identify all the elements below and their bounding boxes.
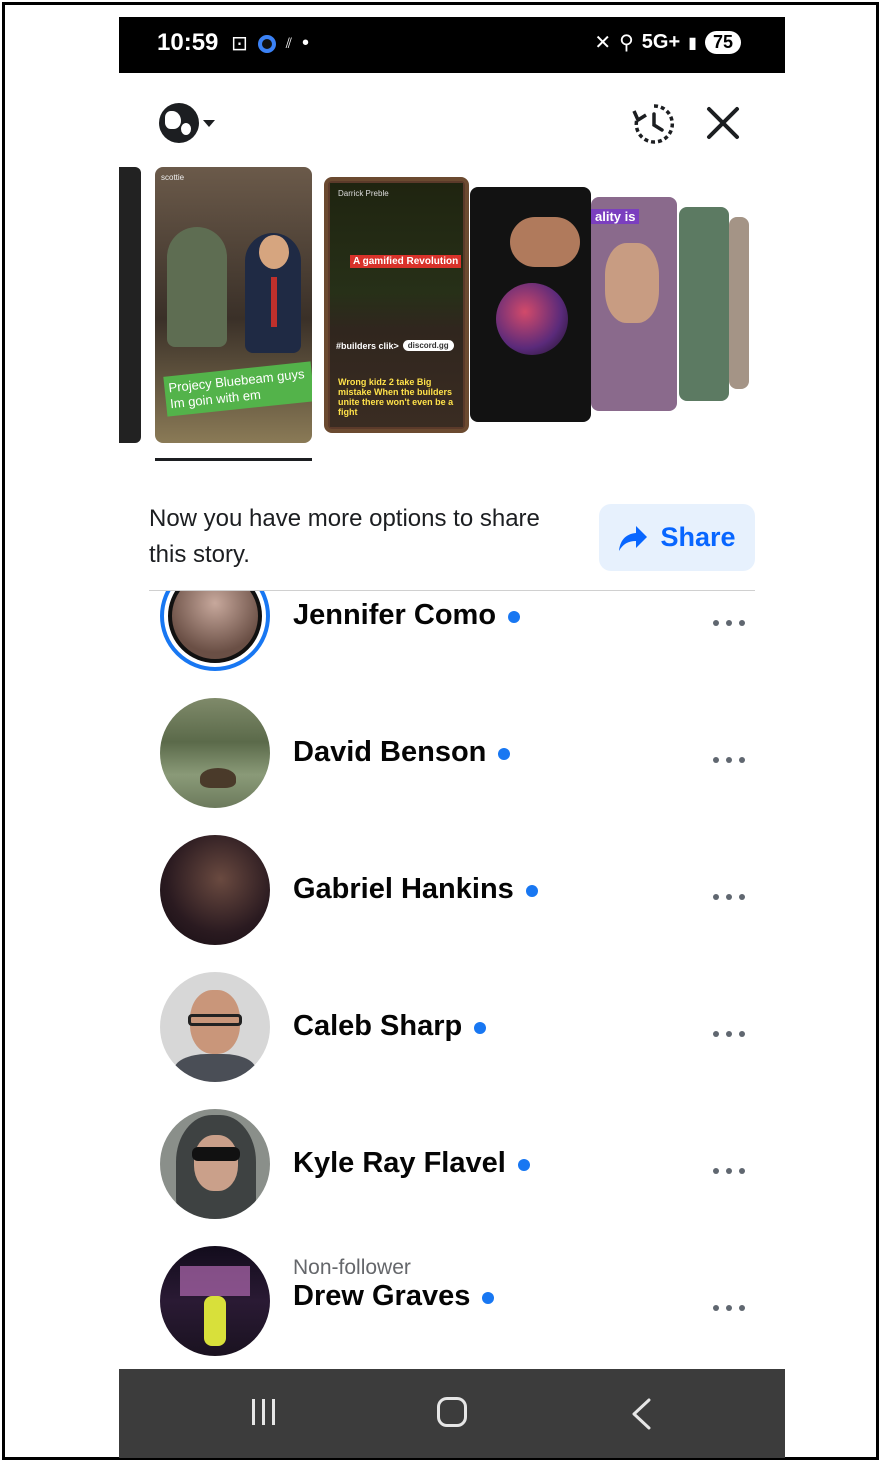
- person-subtitle: Non-follower: [293, 1256, 411, 1279]
- history-icon[interactable]: [631, 101, 677, 147]
- status-time: 10:59: [157, 29, 219, 56]
- recent-apps-button[interactable]: [252, 1399, 275, 1425]
- more-options-button[interactable]: [713, 755, 745, 765]
- story-figure: [496, 283, 568, 355]
- list-item[interactable]: Jennifer Como: [119, 591, 785, 686]
- signal-icon: ▮: [688, 34, 697, 52]
- person-name: Gabriel Hankins: [293, 873, 514, 905]
- globe-icon: [159, 103, 199, 143]
- list-item[interactable]: Gabriel Hankins: [119, 823, 785, 960]
- person-name: David Benson: [293, 736, 487, 768]
- share-button-label: Share: [660, 522, 736, 552]
- person-info: Jennifer Como: [293, 599, 521, 632]
- online-dot: [525, 884, 538, 897]
- back-button[interactable]: [629, 1397, 653, 1431]
- chevron-down-icon: [203, 119, 215, 127]
- more-options-button[interactable]: [713, 1166, 745, 1176]
- screenshot-icon: ⊡: [231, 33, 248, 55]
- story-figure: [510, 217, 580, 267]
- online-dot: [517, 1158, 530, 1171]
- notification-icons: ⊡ ⫽ •: [231, 31, 309, 56]
- person-info: Non-follower Drew Graves: [293, 1256, 495, 1313]
- location-icon: ⚲: [619, 32, 634, 54]
- avatar: [160, 1246, 270, 1356]
- share-button[interactable]: Share: [599, 504, 755, 571]
- person-info: Kyle Ray Flavel: [293, 1147, 530, 1180]
- story-image: Darrick Preble A gamified Revolution #bu…: [330, 183, 463, 427]
- person-info: David Benson: [293, 736, 511, 769]
- more-options-button[interactable]: [713, 892, 745, 902]
- online-dot: [508, 610, 521, 623]
- avatar: [160, 591, 270, 671]
- avatar: [160, 835, 270, 945]
- story-thumbnail[interactable]: [679, 207, 729, 401]
- story-thumbnail[interactable]: Darrick Preble A gamified Revolution #bu…: [324, 177, 469, 433]
- share-prompt-text: Now you have more options to share this …: [149, 505, 540, 568]
- online-dot: [498, 747, 511, 760]
- system-nav-bar: [119, 1369, 785, 1458]
- mute-icon: ✕: [594, 32, 612, 54]
- status-bar: 10:59 ⊡ ⫽ • ✕ ⚲ 5G+ ▮ 75: [119, 17, 785, 73]
- story-hashtag: #builders clik>: [336, 340, 399, 351]
- person-name: Drew Graves: [293, 1280, 471, 1312]
- assistant-icon: [257, 34, 276, 53]
- list-item[interactable]: Non-follower Drew Graves: [119, 1234, 785, 1369]
- more-options-button[interactable]: [713, 1303, 745, 1313]
- story-caption: ality is: [591, 209, 640, 224]
- story-bottom-text: Wrong kidz 2 take Big mistake When the b…: [338, 377, 454, 417]
- person-name: Caleb Sharp: [293, 1010, 463, 1042]
- network-label: 5G+: [641, 31, 681, 53]
- list-item[interactable]: Caleb Sharp: [119, 960, 785, 1097]
- story-caption: Projecy Bluebeam guys Im goin with em: [163, 361, 312, 417]
- phone-screen: 10:59 ⊡ ⫽ • ✕ ⚲ 5G+ ▮ 75 scottie Projecy…: [119, 17, 785, 1458]
- story-caption: A gamified Revolution: [350, 255, 462, 268]
- online-dot: [474, 1021, 487, 1034]
- list-item[interactable]: Kyle Ray Flavel: [119, 1097, 785, 1234]
- selected-story-indicator: [155, 458, 312, 461]
- story-header: scottie: [161, 173, 185, 182]
- story-link-sticker: discord.gg: [402, 340, 454, 351]
- avatar: [160, 972, 270, 1082]
- story-thumbnail[interactable]: ality is: [591, 197, 677, 411]
- sync-icon: ⫽: [285, 35, 293, 51]
- audience-selector[interactable]: [159, 103, 215, 143]
- person-name: Jennifer Como: [293, 599, 497, 631]
- story-figure: [605, 243, 659, 323]
- battery-icon: 75: [704, 31, 741, 54]
- more-options-button[interactable]: [713, 1029, 745, 1039]
- avatar: [160, 1109, 270, 1219]
- people-list[interactable]: Jennifer Como David Benson Gabriel Hanki…: [119, 591, 785, 1369]
- story-header: Darrick Preble: [338, 189, 389, 198]
- status-icons: ✕ ⚲ 5G+ ▮ 75: [594, 30, 741, 55]
- person-name: Kyle Ray Flavel: [293, 1147, 506, 1179]
- story-figure: [271, 277, 277, 327]
- story-thumbnail-selected[interactable]: scottie Projecy Bluebeam guys Im goin wi…: [155, 167, 312, 443]
- story-figure: [259, 235, 289, 269]
- home-button[interactable]: [437, 1397, 467, 1427]
- online-dot: [482, 1291, 495, 1304]
- avatar: [160, 698, 270, 808]
- person-info: Gabriel Hankins: [293, 873, 538, 906]
- story-thumbnail[interactable]: [119, 167, 141, 443]
- person-info: Caleb Sharp: [293, 1010, 487, 1043]
- close-icon[interactable]: [703, 103, 743, 143]
- story-thumbnail[interactable]: [470, 187, 591, 422]
- list-item[interactable]: David Benson: [119, 686, 785, 823]
- story-thumbnail[interactable]: [729, 217, 749, 389]
- more-options-button[interactable]: [713, 618, 745, 628]
- share-arrow-icon: [619, 525, 648, 551]
- story-figure: [167, 227, 227, 347]
- more-notifications-icon: •: [302, 32, 310, 54]
